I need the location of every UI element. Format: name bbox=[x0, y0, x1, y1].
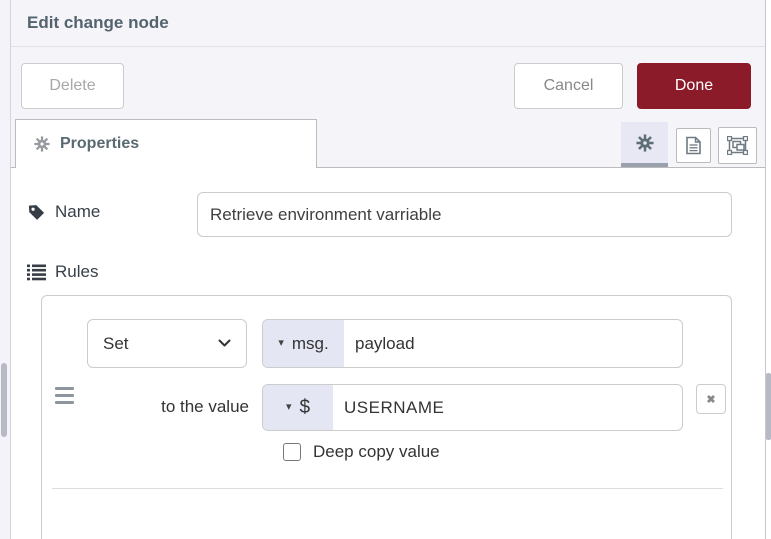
toolbar-description-button[interactable] bbox=[676, 128, 711, 163]
deep-copy-label: Deep copy value bbox=[313, 442, 440, 461]
tab-bar: Properties bbox=[11, 115, 765, 168]
triangle-down-icon: ▾ bbox=[285, 401, 292, 413]
dialog-header: Edit change node bbox=[11, 0, 765, 47]
rule-action-select[interactable]: Set bbox=[87, 319, 247, 368]
list-icon bbox=[27, 264, 46, 281]
property-value-text[interactable]: payload bbox=[344, 320, 682, 367]
edit-change-node-dialog-screen: Edit change node Delete Cancel Done Prop… bbox=[0, 0, 771, 539]
dialog-action-row: Delete Cancel Done bbox=[11, 47, 765, 115]
rule-property-input: ▾ msg. payload bbox=[262, 319, 683, 368]
toolbar-appearance-button[interactable] bbox=[718, 127, 757, 164]
dialog-title: Edit change node bbox=[27, 13, 169, 32]
tab-properties[interactable]: Properties bbox=[15, 119, 317, 168]
rule-divider bbox=[52, 488, 723, 489]
left-scrollbar-thumb[interactable] bbox=[1, 363, 7, 437]
value-type-button[interactable]: ▾ $ bbox=[263, 385, 333, 430]
property-type-label: msg. bbox=[291, 333, 329, 353]
done-button[interactable]: Done bbox=[637, 63, 751, 109]
properties-panel: Name Rules bbox=[11, 168, 765, 539]
gear-icon bbox=[635, 133, 654, 152]
deep-copy-row: Deep copy value bbox=[283, 442, 440, 462]
tag-icon bbox=[27, 203, 46, 222]
cancel-button[interactable]: Cancel bbox=[514, 63, 623, 109]
gear-icon bbox=[34, 136, 50, 152]
name-input[interactable] bbox=[197, 192, 732, 237]
name-field-label: Name bbox=[27, 202, 100, 222]
value-type-label: $ bbox=[299, 396, 311, 418]
appearance-icon bbox=[727, 136, 748, 155]
property-type-button[interactable]: ▾ msg. bbox=[263, 320, 344, 367]
remove-rule-button[interactable]: ✖ bbox=[696, 384, 726, 414]
left-scrollbar-track bbox=[0, 0, 10, 539]
rules-label-text: Rules bbox=[55, 262, 99, 281]
rules-section-label: Rules bbox=[27, 262, 98, 282]
rule-action-value: Set bbox=[103, 333, 129, 353]
close-icon: ✖ bbox=[706, 393, 716, 406]
edit-dialog: Edit change node Delete Cancel Done Prop… bbox=[10, 0, 765, 539]
tab-properties-label: Properties bbox=[60, 135, 140, 152]
toolbar-properties-button[interactable] bbox=[621, 122, 668, 167]
document-icon bbox=[685, 136, 702, 155]
value-text[interactable]: USERNAME bbox=[333, 385, 682, 430]
rule-value-input: ▾ $ USERNAME bbox=[262, 384, 683, 431]
rules-container: Set ▾ msg. payload to the value ▾ $ USER… bbox=[41, 295, 732, 539]
triangle-down-icon: ▾ bbox=[278, 337, 284, 349]
right-scrollbar-track bbox=[765, 0, 771, 539]
rule-drag-handle[interactable] bbox=[55, 387, 74, 408]
to-the-value-label: to the value bbox=[161, 397, 249, 416]
name-label-text: Name bbox=[55, 202, 101, 221]
right-scrollbar-thumb[interactable] bbox=[766, 373, 771, 440]
delete-button[interactable]: Delete bbox=[21, 63, 124, 109]
chevron-down-icon bbox=[218, 339, 231, 348]
deep-copy-checkbox[interactable] bbox=[283, 443, 301, 461]
